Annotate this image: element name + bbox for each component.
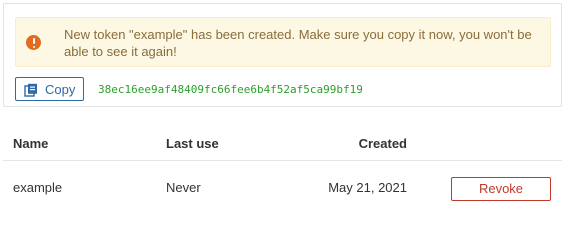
copy-button[interactable]: Copy [15,77,84,101]
new-token-panel: New token "example" has been created. Ma… [3,3,562,107]
table-divider [3,160,562,161]
last-use-cell: Never [166,180,201,195]
token-name-cell: example [13,180,63,195]
created-date-cell: May 21, 2021 [328,180,407,195]
copy-document-icon [24,83,37,97]
token-created-alert: New token "example" has been created. Ma… [15,17,551,67]
copy-button-label: Copy [45,82,76,97]
warning-circle-icon [26,35,41,50]
alert-message: New token "example" has been created. Ma… [64,27,532,59]
column-header-created: Created [358,136,407,151]
token-value[interactable]: 38ec16ee9af48409fc66fee6b4f52af5ca99bf19 [98,83,363,96]
column-header-last-use: Last use [166,136,219,151]
column-header-name: Name [13,136,49,151]
revoke-button[interactable]: Revoke [451,177,551,201]
